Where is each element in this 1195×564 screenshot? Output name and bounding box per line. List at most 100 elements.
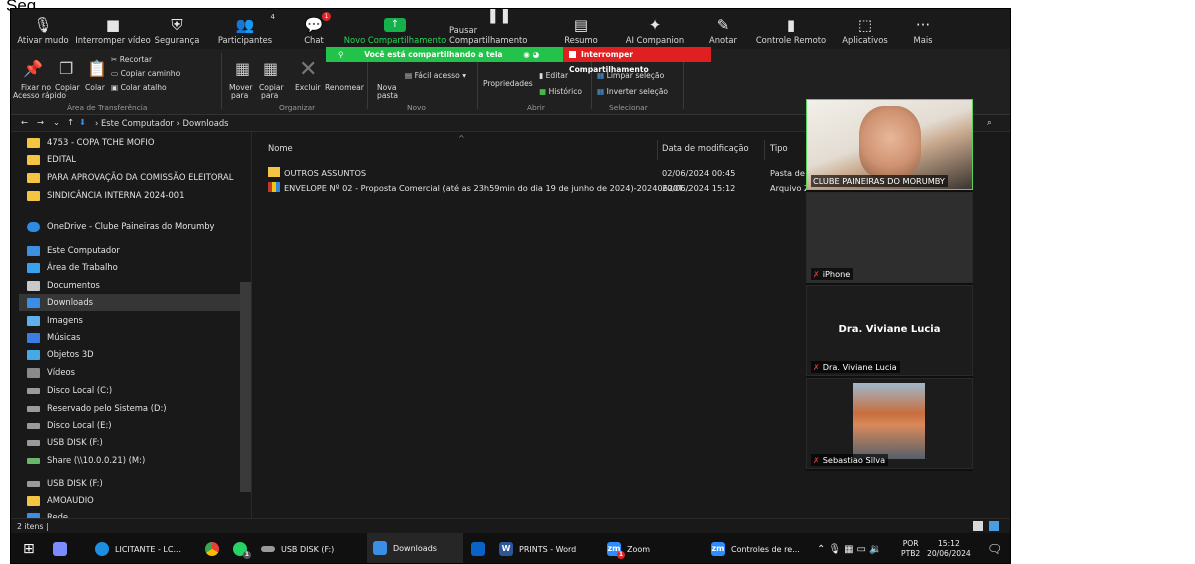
easy-access-button[interactable]: ▤ Fácil acesso ▾ [405,71,466,80]
column-modified[interactable]: Data de modificação [662,143,749,153]
rename-button[interactable]: Renomear [325,83,364,92]
copy-button[interactable]: Copiar [55,83,80,92]
ai-companion-button[interactable]: ✦ AI Companion [613,9,697,49]
copy-path-button[interactable]: ▭ Copiar caminho [111,69,180,78]
document-icon [27,280,40,291]
breadcrumb[interactable]: › Este Computador › Downloads [95,118,229,128]
security-button[interactable]: ⛨ Segurança [151,9,203,49]
taskbar-app[interactable]: USB DISK (F:) [261,533,357,563]
file-type: Arquivo Z [770,183,810,193]
nav-item-videos[interactable]: Vídeos [27,364,75,381]
nav-scrollbar[interactable] [240,282,251,492]
stop-sharing-button[interactable]: Interromper Compartilhamento [563,47,711,74]
up-arrow-icon[interactable]: ↑ [67,117,74,127]
nav-item-drive-e[interactable]: Disco Local (E:) [27,417,112,434]
nav-item-amoaudio[interactable]: AMOAUDIO [27,492,94,509]
taskbar-label: Controles de re... [731,544,800,554]
taskbar-app[interactable]: 1 [233,533,253,563]
column-name[interactable]: Nome [268,143,293,153]
nav-item-documents[interactable]: Documentos [27,277,100,294]
new-share-button[interactable]: ↑ Novo Compartilhamento [341,9,449,49]
nav-item-drive-d[interactable]: Reservado pelo Sistema (D:) [27,400,167,417]
copy-to-icon: ▦ [263,59,279,78]
column-divider[interactable] [657,140,658,160]
nav-item[interactable]: SINDICÂNCIA INTERNA 2024-001 [27,187,184,204]
nav-item-this-pc[interactable]: Este Computador [27,242,120,259]
nav-item-desktop[interactable]: Área de Trabalho [27,259,118,276]
participants-button[interactable]: 4 👥 Participantes [203,9,287,49]
nav-item-images[interactable]: Imagens [27,312,83,329]
nav-item[interactable]: 4753 - COPA TCHE MOFIO [27,134,154,151]
chat-button[interactable]: 1 💬 Chat [287,9,341,49]
history-button[interactable]: ■ Histórico [539,87,582,96]
column-divider[interactable] [764,140,765,160]
edit-button[interactable]: ▮ Editar [539,71,568,80]
input-language[interactable]: POR PTB2 [901,533,920,563]
nav-item-onedrive[interactable]: OneDrive - Clube Paineiras do Morumby [27,218,215,235]
large-icons-view-icon[interactable] [989,521,999,531]
taskbar-app-active[interactable]: Downloads [367,533,463,563]
pin-banner-icon: ⚲ [338,50,344,59]
tile-name: Dra. Viviane Lucia [822,362,897,372]
nav-item-share-m[interactable]: Share (\\10.0.0.21) (M:) [27,452,145,469]
taskbar-app[interactable] [53,533,73,563]
sharing-banner[interactable]: ⚲ Você está compartilhando a tela ◉ ◕ [326,47,563,62]
nav-label: SINDICÂNCIA INTERNA 2024-001 [47,190,185,200]
clock[interactable]: 15:12 20/06/2024 [927,533,971,563]
pause-share-button[interactable]: ❚❚ Pausar Compartilhamento [449,9,549,49]
paste-shortcut-button[interactable]: ▣ Colar atalho [111,83,167,92]
taskbar-app[interactable] [471,533,491,563]
forward-arrow-icon[interactable]: → [37,117,44,127]
back-arrow-icon[interactable]: ← [21,117,28,127]
file-row[interactable]: ENVELOPE Nº 02 - Proposta Comercial (até… [268,181,810,195]
taskbar-app[interactable]: zm 1 Zoom [607,533,703,563]
mute-button[interactable]: 🎙 Ativar mudo [11,9,75,49]
annotate-button[interactable]: ✎ Anotar [697,9,749,49]
breadcrumb-this-pc[interactable]: Este Computador [101,118,174,128]
participants-label: Participantes [217,35,273,45]
nav-label: PARA APROVAÇÃO DA COMISSÃO ELEITORAL [47,172,234,182]
nav-item-usb-f-root[interactable]: USB DISK (F:) [27,475,103,492]
apps-button[interactable]: ⬚ Aplicativos [833,9,897,49]
whatsapp-icon: 1 [233,542,251,559]
taskbar-app[interactable]: LICITANTE - LC... [95,533,201,563]
summary-button[interactable]: ▤ Resumo [549,9,613,49]
file-name: ENVELOPE Nº 02 - Proposta Comercial (até… [284,183,691,193]
taskbar-app[interactable]: zm Controles de re... [711,533,807,563]
notifications-button[interactable]: 🗨 [987,533,1002,563]
path-icon: ▭ [111,69,121,78]
video-tile[interactable]: CLUBE PAINEIRAS DO MORUMBY [806,99,973,190]
file-row[interactable]: OUTROS ASSUNTOS 02/06/2024 00:45 Pasta d… [268,166,813,180]
nav-item-3d-objects[interactable]: Objetos 3D [27,346,94,363]
nav-label: OneDrive - Clube Paineiras do Morumby [47,221,215,231]
paste-button[interactable]: Colar [85,83,105,92]
search-icon[interactable]: ⌕ [987,117,992,128]
column-type[interactable]: Tipo [770,143,788,153]
mouse-icon: ▮ [786,16,796,34]
system-tray[interactable]: ⌃ 🎙 ▦ ▭ 🔉 [817,533,884,563]
drive-icon [27,422,40,429]
more-button[interactable]: ··· Mais [897,9,949,49]
nav-item[interactable]: PARA APROVAÇÃO DA COMISSÃO ELEITORAL [27,169,233,186]
nav-item-downloads[interactable]: Downloads [19,294,241,311]
nav-item-usb-f[interactable]: USB DISK (F:) [27,434,103,451]
properties-button[interactable]: Propriedades [483,79,533,88]
nav-item-music[interactable]: Músicas [27,329,80,346]
details-view-icon[interactable] [973,521,983,531]
delete-button[interactable]: Excluir [295,83,321,92]
more-label: Mais [913,35,933,45]
breadcrumb-downloads[interactable]: Downloads [183,118,229,128]
recent-chevron-icon[interactable]: ⌄ [53,117,60,127]
stop-video-button[interactable]: ■ Interromper vídeo [75,9,151,49]
nav-item-drive-c[interactable]: Disco Local (C:) [27,382,112,399]
start-button[interactable]: ⊞ [23,533,35,563]
cut-button[interactable]: ✂ Recortar [111,55,152,64]
nav-item[interactable]: EDITAL [27,151,76,168]
taskbar-app[interactable]: W PRINTS - Word [499,533,595,563]
remote-control-button[interactable]: ▮ Controle Remoto [749,9,833,49]
video-tile[interactable]: ✗ Sebastiao Silva [806,378,973,469]
invert-selection-button[interactable]: ▦ Inverter seleção [597,87,668,96]
taskbar-app[interactable] [205,533,225,563]
video-tile[interactable]: ✗ iPhone [806,192,973,283]
video-tile[interactable]: Dra. Viviane Lucia ✗ Dra. Viviane Lucia [806,285,973,376]
